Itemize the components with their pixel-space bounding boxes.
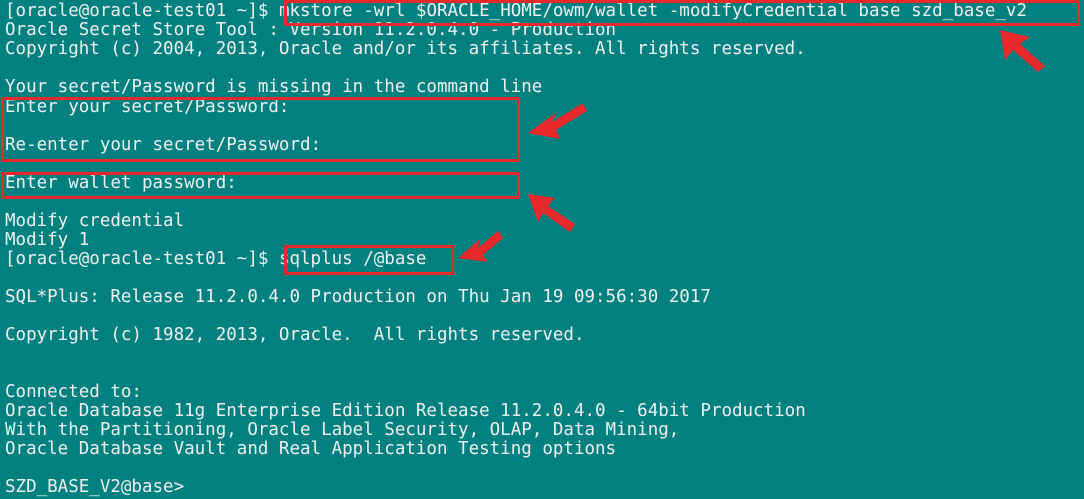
arrow-icon (528, 103, 587, 139)
terminal-line: Oracle Database 11g Enterprise Edition R… (5, 401, 806, 421)
wallet-password-prompt-line: Enter wallet password: (5, 173, 237, 193)
terminal-line: Your secret/Password is missing in the c… (5, 77, 543, 97)
secret-prompt-line: Enter your secret/Password: (5, 97, 290, 117)
terminal-line: SQL*Plus: Release 11.2.0.4.0 Production … (5, 287, 711, 307)
reenter-secret-prompt-line: Re-enter your secret/Password: (5, 135, 322, 155)
terminal-line: Oracle Database Vault and Real Applicati… (5, 439, 617, 459)
sqlplus-command: sqlplus /@base (278, 249, 427, 269)
mkstore-command: mkstore -wrl $ORACLE_HOME/owm/wallet -mo… (278, 1, 1027, 21)
terminal-line-prompt-sqlplus: [oracle@oracle-test01 ~]$ sqlplus /@base (5, 249, 427, 269)
arrow-icon (528, 194, 575, 232)
arrow-icon (458, 231, 503, 262)
terminal-line: Copyright (c) 2004, 2013, Oracle and/or … (5, 39, 806, 59)
sqlplus-prompt-line[interactable]: SZD_BASE_V2@base> (5, 477, 195, 497)
terminal-window[interactable]: [oracle@oracle-test01 ~]$ mkstore -wrl $… (0, 0, 1084, 499)
terminal-line-prompt-mkstore: [oracle@oracle-test01 ~]$ mkstore -wrl $… (5, 1, 1027, 21)
terminal-line: Modify 1 (5, 230, 90, 250)
terminal-line: Connected to: (5, 382, 142, 402)
shell-prompt: [oracle@oracle-test01 ~]$ (5, 1, 279, 21)
arrow-icon (1000, 30, 1045, 72)
shell-prompt: [oracle@oracle-test01 ~]$ (5, 249, 279, 269)
terminal-line: Oracle Secret Store Tool : Version 11.2.… (5, 20, 617, 40)
terminal-line: Copyright (c) 1982, 2013, Oracle. All ri… (5, 325, 585, 345)
terminal-line: Modify credential (5, 211, 185, 231)
terminal-line: With the Partitioning, Oracle Label Secu… (5, 420, 680, 440)
